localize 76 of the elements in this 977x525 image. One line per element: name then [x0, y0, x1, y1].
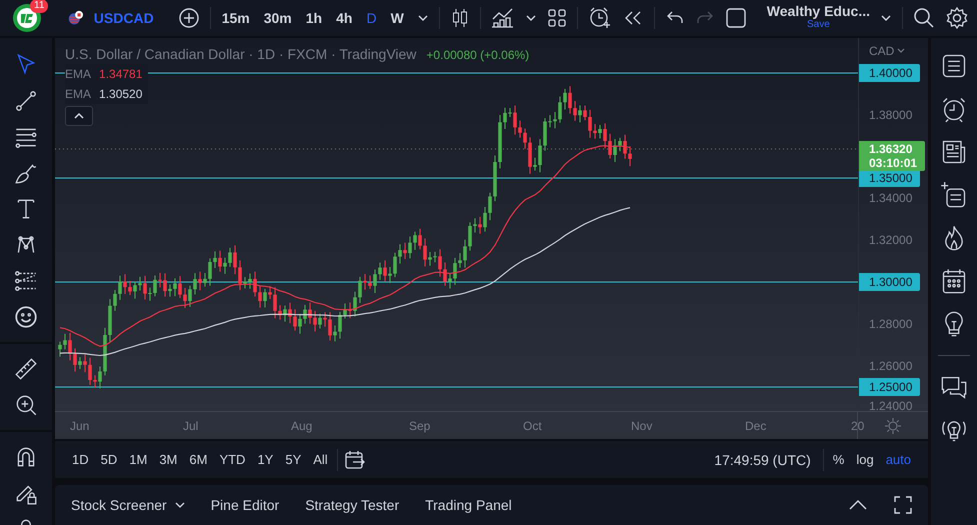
interval-button[interactable]: 4h — [335, 8, 354, 28]
range-button[interactable]: 5D — [98, 450, 120, 469]
time-label: Aug — [291, 419, 312, 433]
fullscreen-icon[interactable] — [894, 496, 912, 514]
price-change: +0.00080 (+0.06%) — [426, 48, 530, 62]
square-icon[interactable] — [724, 7, 747, 29]
newspaper-icon[interactable] — [940, 138, 968, 166]
panel-tab[interactable]: Stock Screener — [71, 495, 185, 515]
currency-label[interactable]: CAD — [869, 44, 894, 58]
indicator-value: 1.30520 — [99, 87, 142, 101]
range-button[interactable]: 3M — [156, 450, 180, 469]
caret-icon — [174, 501, 185, 509]
price-label: 1.38000 — [868, 107, 914, 124]
price-label: 1.32000 — [868, 232, 914, 249]
trend-line-icon[interactable] — [13, 88, 39, 114]
chart-title: U.S. Dollar / Canadian Dollar · 1D · FXCM · TradingView — [65, 46, 416, 62]
scale-button[interactable]: auto — [882, 450, 914, 469]
interval-button[interactable]: 1h — [304, 8, 324, 28]
price-label: 1.28000 — [868, 316, 914, 333]
chevron-up-icon — [73, 112, 85, 120]
indicators-icon[interactable] — [490, 7, 515, 29]
price-label: 1.30000 — [859, 273, 920, 291]
search-icon[interactable] — [913, 7, 935, 29]
time-label: Dec — [745, 419, 766, 433]
calendar-icon[interactable] — [344, 450, 366, 470]
price-label: 1.26000 — [868, 358, 914, 375]
indicator-name[interactable]: EMA — [65, 87, 92, 101]
notification-badge: 11 — [30, 0, 48, 13]
time-label: Nov — [631, 419, 652, 433]
sun-icon[interactable] — [884, 416, 902, 434]
interval-button[interactable]: 30m — [262, 8, 293, 28]
time-label: 20 — [851, 419, 864, 433]
range-button[interactable]: All — [310, 450, 331, 469]
last-price: 1.36320 — [869, 142, 914, 156]
indicator-value: 1.34781 — [99, 67, 142, 81]
interval-button[interactable]: 15m — [220, 8, 251, 28]
add-alarm-icon[interactable] — [588, 6, 612, 30]
horizontal-line[interactable] — [55, 72, 858, 74]
forecast-lines-icon[interactable] — [13, 268, 39, 294]
interval-button[interactable]: D — [365, 8, 378, 28]
time-label: Jul — [183, 419, 198, 433]
panel-tab[interactable]: Pine Editor — [210, 495, 280, 515]
ruler-icon[interactable] — [13, 356, 39, 382]
clock-text[interactable]: 17:49:59 (UTC) — [714, 452, 811, 468]
range-button[interactable]: 1M — [126, 450, 150, 469]
price-label: 1.40000 — [859, 64, 920, 82]
symbol-button[interactable]: USDCAD — [94, 10, 154, 26]
panel-tab[interactable]: Trading Panel — [425, 495, 512, 515]
range-button[interactable]: YTD — [216, 450, 248, 469]
time-label: Sep — [409, 419, 430, 433]
add-list-icon[interactable] — [940, 181, 968, 209]
range-button[interactable]: 5Y — [282, 450, 304, 469]
price-label: 1.34000 — [868, 190, 914, 207]
chevron-up-icon[interactable] — [848, 499, 868, 511]
save-link[interactable]: Save — [806, 18, 830, 32]
time-label: Jun — [70, 419, 90, 433]
indicator-name[interactable]: EMA — [65, 67, 92, 81]
calendar-icon[interactable] — [940, 267, 968, 295]
bar-countdown: 03:10:01 — [869, 156, 918, 170]
scale-button[interactable]: log — [853, 450, 877, 469]
settings-icon[interactable] — [945, 6, 969, 30]
time-label: Oct — [523, 419, 542, 433]
layout-name[interactable]: Wealthy Educ... — [766, 4, 870, 18]
range-button[interactable]: 6M — [186, 450, 210, 469]
add-symbol-icon[interactable] — [178, 7, 200, 29]
smiley-icon[interactable] — [13, 304, 39, 330]
grid-icon[interactable] — [546, 8, 567, 28]
price-label: 1.24000 — [868, 398, 914, 415]
range-button[interactable]: 1D — [69, 450, 92, 469]
list-icon[interactable] — [940, 52, 968, 80]
interval-button[interactable]: W — [390, 8, 405, 28]
collapse-button[interactable] — [65, 106, 93, 126]
panel-tab[interactable]: Strategy Tester — [305, 495, 400, 515]
price-label: 1.25000 — [859, 378, 920, 396]
range-button[interactable]: 1Y — [254, 450, 276, 469]
scale-button[interactable]: % — [830, 450, 848, 469]
